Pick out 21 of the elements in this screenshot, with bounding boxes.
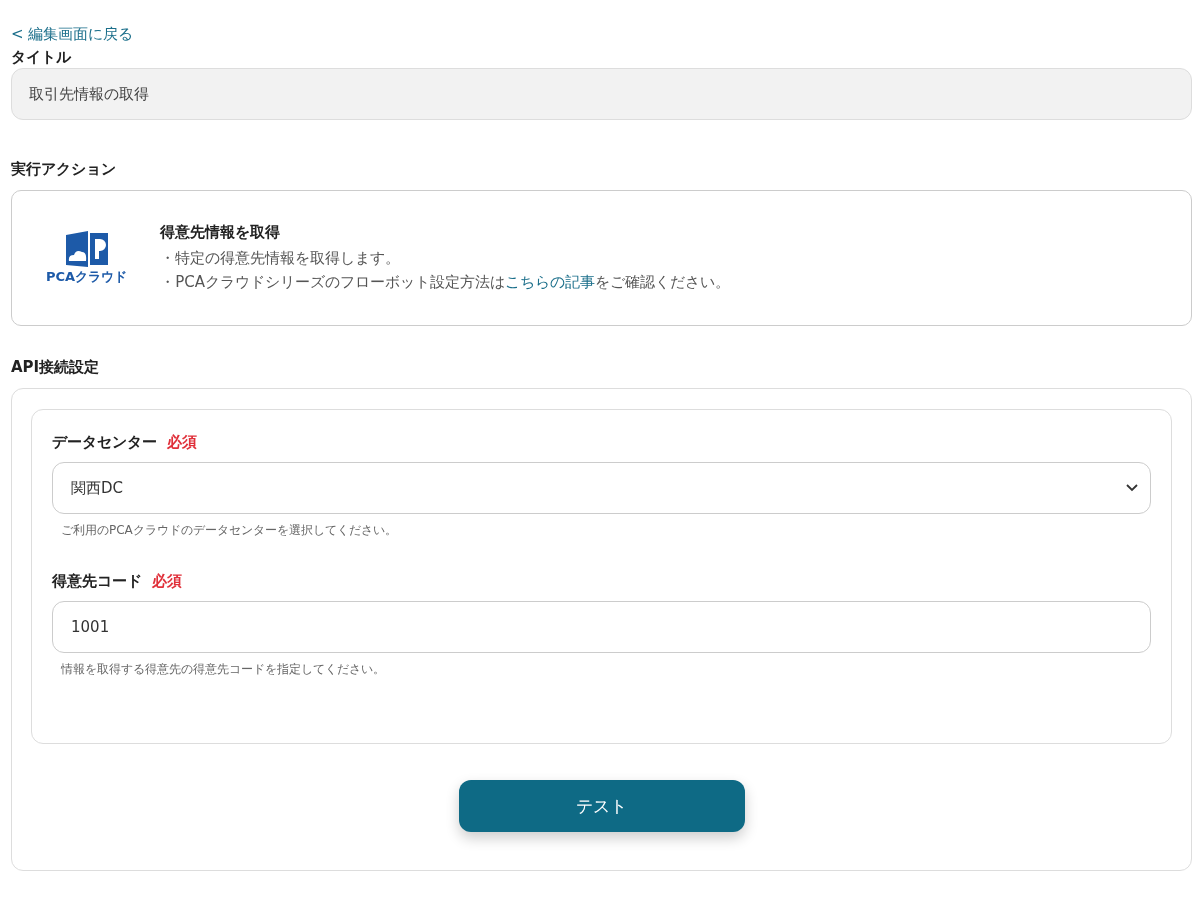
help-text: ご利用のPCAクラウドのデータセンターを選択してください。 [61, 522, 398, 539]
field-label: 得意先コード [52, 571, 142, 592]
action-title: 得意先情報を取得 [160, 222, 282, 242]
select-field[interactable]: 関西DC [52, 462, 1151, 514]
section-label: 実行アクション [11, 159, 116, 180]
field-label: データセンター [52, 432, 157, 453]
required-tag: 必須 [167, 430, 197, 454]
logo-icon [63, 231, 110, 267]
help-text: 情報を取得する得意先の得意先コードを指定してください。 [61, 661, 386, 678]
description-text: ・特定の得意先情報を取得します。 [160, 247, 402, 269]
section-label: API接続設定 [11, 357, 100, 378]
title-field[interactable]: 取引先情報の取得 [11, 68, 1192, 120]
chevron-down-icon [1126, 484, 1138, 492]
article-link[interactable]: こちらの記事 [504, 272, 595, 291]
section-label: タイトル [11, 47, 71, 68]
test-button[interactable]: テスト [458, 780, 745, 832]
input-field[interactable]: 1001 [52, 601, 1151, 653]
back-link[interactable]: < 編集画面に戻る [11, 22, 134, 46]
logo-text: PCAクラウド [46, 269, 128, 285]
required-tag: 必須 [152, 569, 182, 593]
description-text: ・PCAクラウドシリーズのフローボット設定方法はこちらの記事をご確認ください。 [160, 271, 730, 293]
